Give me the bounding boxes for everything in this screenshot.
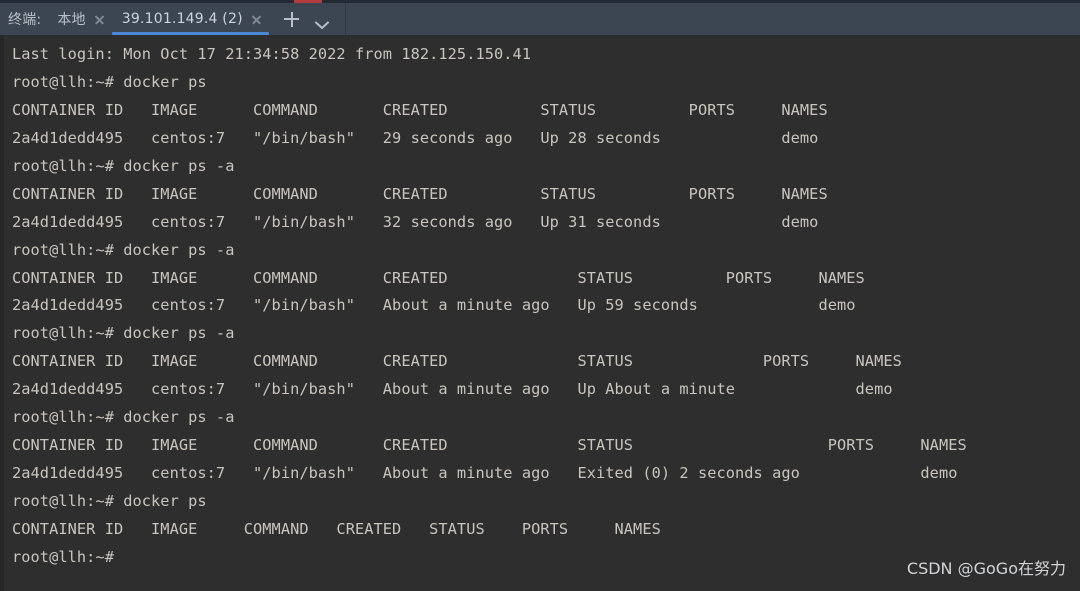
tab-list-dropdown-button[interactable] — [307, 3, 337, 35]
terminal-line: root@llh:~# docker ps — [12, 72, 207, 91]
plus-icon — [284, 11, 300, 27]
terminal-tab-local[interactable]: 本地 — [47, 3, 111, 35]
terminal-line: CONTAINER ID IMAGE COMMAND CREATED STATU… — [12, 100, 828, 119]
terminal-line: root@llh:~# docker ps — [12, 492, 207, 510]
terminal-line: 2a4d1dedd495 centos:7 "/bin/bash" About … — [12, 296, 856, 315]
tab-bar-empty-area[interactable] — [346, 3, 1080, 35]
terminal-line: root@llh:~# docker ps -a — [12, 240, 235, 259]
terminal-output-pane[interactable]: Last login: Mon Oct 17 21:34:58 2022 fro… — [0, 35, 1080, 591]
close-icon[interactable] — [250, 13, 263, 26]
terminal-text-buffer: Last login: Mon Oct 17 21:34:58 2022 fro… — [4, 35, 1080, 572]
terminal-line: 2a4d1dedd495 centos:7 "/bin/bash" 29 sec… — [12, 128, 819, 147]
terminal-line: CONTAINER ID IMAGE COMMAND CREATED STATU… — [12, 519, 661, 538]
terminal-tab-bar: 终端: 本地 39.101.149.4 (2) — [0, 3, 1080, 35]
terminal-tab-remote[interactable]: 39.101.149.4 (2) — [111, 3, 269, 35]
watermark: CSDN @GoGo在努力 — [906, 559, 1066, 578]
terminal-line: CONTAINER ID IMAGE COMMAND CREATED STATU… — [12, 436, 967, 455]
terminal-tab-local-label: 本地 — [57, 12, 86, 28]
terminal-line: root@llh:~# docker ps -a — [12, 324, 235, 343]
terminal-window: 终端: 本地 39.101.149.4 (2) Last login: Mon … — [0, 0, 1080, 591]
chevron-down-icon — [314, 15, 329, 29]
terminal-line: 2a4d1dedd495 centos:7 "/bin/bash" About … — [12, 464, 958, 483]
new-tab-button[interactable] — [277, 3, 307, 35]
terminal-line: 2a4d1dedd495 centos:7 "/bin/bash" About … — [12, 380, 893, 399]
terminal-tab-remote-label: 39.101.149.4 (2) — [121, 11, 243, 27]
tab-bar-actions — [277, 3, 337, 35]
terminal-line: CONTAINER ID IMAGE COMMAND CREATED STATU… — [12, 352, 902, 371]
terminal-line: root@llh:~# docker ps -a — [12, 156, 235, 175]
terminal-line: CONTAINER ID IMAGE COMMAND CREATED STATU… — [12, 184, 828, 203]
terminal-line: CONTAINER ID IMAGE COMMAND CREATED STATU… — [12, 268, 865, 287]
terminal-line: Last login: Mon Oct 17 21:34:58 2022 fro… — [12, 45, 532, 63]
close-icon[interactable] — [93, 13, 106, 26]
tab-bar-title: 终端: — [8, 12, 42, 28]
terminal-line: 2a4d1dedd495 centos:7 "/bin/bash" 32 sec… — [12, 212, 819, 231]
terminal-line: root@llh:~# docker ps -a — [12, 408, 235, 427]
